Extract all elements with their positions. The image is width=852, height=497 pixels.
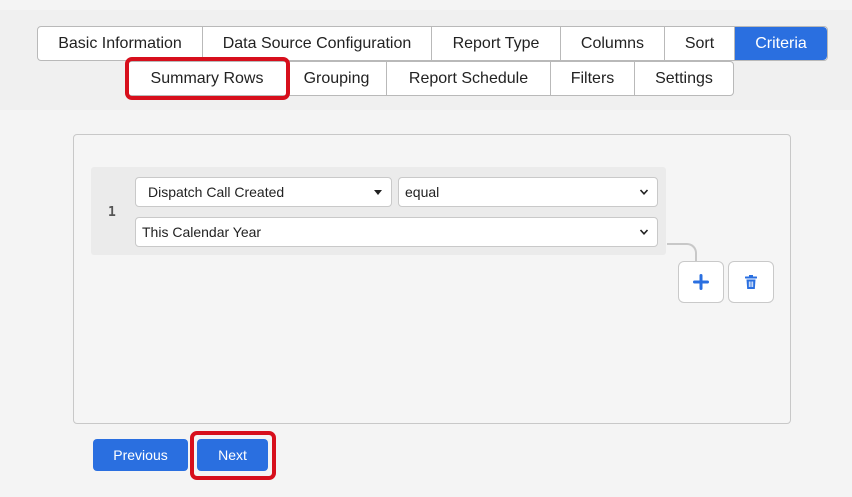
rule-group: 1 Dispatch Call Created equal This Calen…: [91, 167, 666, 255]
tab-row-secondary: Summary Rows Grouping Report Schedule Fi…: [127, 61, 734, 96]
tab-grouping[interactable]: Grouping: [287, 62, 387, 95]
rule-connector: [667, 243, 697, 263]
plus-icon: [693, 274, 709, 290]
tab-basic-information[interactable]: Basic Information: [38, 27, 203, 60]
field-select-value: Dispatch Call Created: [148, 184, 285, 200]
field-select[interactable]: Dispatch Call Created: [135, 177, 392, 207]
criteria-panel: 1 Dispatch Call Created equal This Calen…: [73, 134, 791, 424]
tab-sort[interactable]: Sort: [665, 27, 735, 60]
tab-settings[interactable]: Settings: [635, 62, 733, 95]
next-button[interactable]: Next: [197, 439, 268, 471]
trash-icon: [745, 275, 757, 289]
previous-button[interactable]: Previous: [93, 439, 188, 471]
tab-criteria[interactable]: Criteria: [735, 27, 827, 60]
tab-data-source-configuration[interactable]: Data Source Configuration: [203, 27, 432, 60]
tab-columns[interactable]: Columns: [561, 27, 665, 60]
tab-report-schedule[interactable]: Report Schedule: [387, 62, 551, 95]
tab-filters[interactable]: Filters: [551, 62, 635, 95]
tab-report-type[interactable]: Report Type: [432, 27, 561, 60]
chevron-down-icon: [639, 229, 649, 235]
value-select-value: This Calendar Year: [142, 224, 262, 240]
caret-down-icon: [374, 190, 382, 195]
rule-number: 1: [108, 205, 116, 220]
operator-select-value: equal: [405, 184, 440, 200]
tab-summary-rows[interactable]: Summary Rows: [128, 62, 287, 95]
chevron-down-icon: [639, 189, 649, 195]
add-rule-button[interactable]: [678, 261, 724, 303]
tab-row-primary: Basic Information Data Source Configurat…: [37, 26, 828, 61]
value-select[interactable]: This Calendar Year: [135, 217, 658, 247]
delete-rule-button[interactable]: [728, 261, 774, 303]
operator-select[interactable]: equal: [398, 177, 658, 207]
